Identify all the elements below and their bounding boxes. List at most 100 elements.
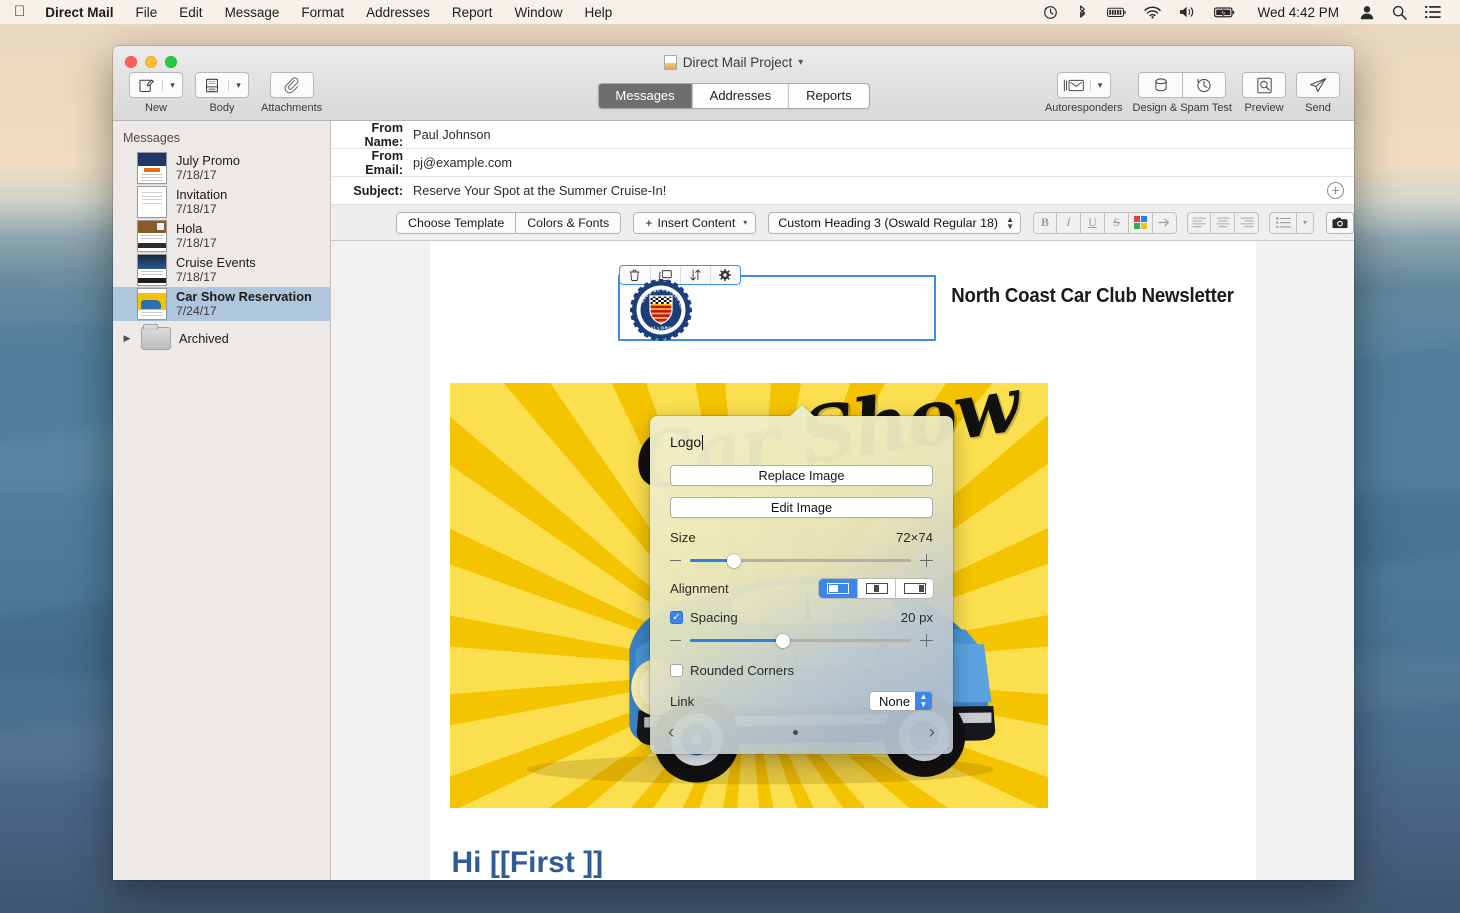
link-popup-button[interactable]: None ▲▼ [869, 691, 933, 711]
rounded-corners-checkbox[interactable] [670, 664, 683, 677]
chevron-down-icon[interactable]: ▾ [162, 80, 182, 91]
spacing-slider[interactable] [670, 634, 933, 647]
sidebar-folder-archived[interactable]: ▶ Archived [113, 321, 330, 356]
page-dot-2[interactable] [806, 730, 811, 735]
underline-icon[interactable]: U [1081, 212, 1105, 234]
subject-input[interactable]: Reserve Your Spot at the Summer Cruise-I… [413, 183, 666, 198]
camera-icon[interactable] [1326, 212, 1354, 234]
design-test-icon[interactable] [1138, 72, 1182, 98]
battery-menu-icon[interactable] [1098, 6, 1135, 19]
sidebar-item-cruise-events[interactable]: Cruise Events 7/18/17 [113, 253, 330, 287]
field-subject[interactable]: Subject: Reserve Your Spot at the Summer… [331, 177, 1354, 205]
menu-item-direct-mail[interactable]: Direct Mail [34, 5, 124, 20]
add-field-icon[interactable]: + [1327, 182, 1344, 199]
size-slider-knob[interactable] [727, 554, 741, 568]
from-email-input[interactable]: pj@example.com [413, 155, 512, 170]
colors-fonts-button[interactable]: Colors & Fonts [516, 212, 621, 234]
align-right-icon[interactable] [1235, 212, 1259, 234]
menu-item-report[interactable]: Report [441, 5, 504, 20]
document-title[interactable]: Direct Mail Project [683, 55, 793, 70]
battery-charging-icon[interactable] [1205, 6, 1245, 19]
image-settings-popover[interactable]: Logo Replace Image Edit Image Size 72×74… [650, 416, 953, 754]
chevron-down-icon[interactable]: ▾ [228, 80, 248, 91]
stepper-arrows-icon[interactable]: ▲▼ [915, 692, 932, 710]
sidebar-item-july-promo[interactable]: July Promo 7/18/17 [113, 151, 330, 185]
chevron-right-icon[interactable]: ▶ [121, 333, 133, 344]
paragraph-style-popup[interactable]: Custom Heading 3 (Oswald Regular 18) ▲▼ [768, 212, 1021, 234]
newsletter-title[interactable]: North Coast Car Club Newsletter [951, 285, 1234, 308]
menu-item-message[interactable]: Message [214, 5, 291, 20]
settings-gear-icon[interactable] [710, 266, 740, 284]
size-slider-track[interactable] [690, 559, 911, 562]
menu-item-window[interactable]: Window [503, 5, 573, 20]
tab-reports[interactable]: Reports [788, 84, 869, 108]
minus-icon[interactable] [670, 640, 681, 642]
toolbar-autoresponders[interactable]: ▾ Autoresponders [1045, 72, 1123, 114]
size-slider[interactable] [670, 554, 933, 567]
autoresponder-icon[interactable] [1058, 78, 1090, 93]
text-color-icon[interactable] [1129, 212, 1153, 234]
menu-item-format[interactable]: Format [290, 5, 355, 20]
edit-image-button[interactable]: Edit Image [670, 497, 933, 518]
field-from-name[interactable]: From Name: Paul Johnson [331, 121, 1354, 149]
toolbar-attachments[interactable]: Attachments [261, 72, 322, 114]
user-account-icon[interactable] [1351, 5, 1383, 20]
align-left-icon[interactable] [1187, 212, 1211, 234]
toolbar-body[interactable]: ▾ Body [195, 72, 249, 114]
volume-icon[interactable] [1170, 5, 1205, 19]
tab-addresses[interactable]: Addresses [692, 84, 788, 108]
toolbar-design-spam-test[interactable]: Design & Spam Test [1133, 72, 1232, 114]
menu-item-help[interactable]: Help [573, 5, 623, 20]
chevron-down-icon[interactable]: ▾ [1090, 80, 1110, 91]
menubar-clock[interactable]: Wed 4:42 PM [1245, 5, 1351, 20]
chevron-right-icon[interactable]: › [929, 723, 935, 742]
minus-icon[interactable] [670, 560, 681, 562]
search-icon[interactable] [1383, 5, 1416, 20]
menu-item-addresses[interactable]: Addresses [355, 5, 441, 20]
indent-icon[interactable] [1153, 212, 1177, 234]
align-center-option[interactable] [857, 579, 895, 598]
logo-block-selection[interactable]: CLUB DE COTXES CLASSICS MALLORCA [618, 275, 936, 341]
wifi-icon[interactable] [1135, 6, 1170, 19]
preview-icon[interactable] [1242, 72, 1286, 98]
align-right-option[interactable] [895, 579, 933, 598]
spacing-slider-track[interactable] [690, 639, 911, 642]
body-icon[interactable] [196, 78, 228, 93]
compose-icon[interactable] [130, 78, 162, 93]
choose-template-button[interactable]: Choose Template [396, 212, 516, 234]
chevron-down-icon[interactable]: ▾ [798, 57, 803, 68]
spam-test-icon[interactable] [1182, 72, 1226, 98]
replace-image-button[interactable]: Replace Image [670, 465, 933, 486]
from-name-input[interactable]: Paul Johnson [413, 127, 491, 142]
time-machine-icon[interactable] [1034, 5, 1067, 20]
chevron-left-icon[interactable]: ‹ [668, 723, 674, 742]
menu-item-edit[interactable]: Edit [168, 5, 213, 20]
bold-icon[interactable]: B [1033, 212, 1057, 234]
bulleted-list-icon[interactable] [1269, 212, 1297, 234]
italic-icon[interactable]: I [1057, 212, 1081, 234]
sidebar-item-invitation[interactable]: Invitation 7/18/17 [113, 185, 330, 219]
page-dot-1[interactable] [793, 730, 798, 735]
field-from-email[interactable]: From Email: pj@example.com [331, 149, 1354, 177]
insert-content-button[interactable]: + Insert Content ▾ [633, 212, 756, 234]
toolbar-new[interactable]: ▾ New [129, 72, 183, 114]
notification-center-icon[interactable] [1416, 5, 1450, 19]
greeting-text[interactable]: Hi [[First ]] [452, 846, 604, 880]
align-center-icon[interactable] [1211, 212, 1235, 234]
toolbar-preview[interactable]: Preview [1242, 72, 1286, 114]
menu-item-file[interactable]: File [125, 5, 169, 20]
bluetooth-icon[interactable] [1067, 5, 1098, 20]
tab-messages[interactable]: Messages [598, 84, 691, 108]
sidebar-item-car-show-reservation[interactable]: Car Show Reservation 7/24/17 [113, 287, 330, 321]
spacing-checkbox[interactable]: ✓ [670, 611, 683, 624]
paperclip-icon[interactable] [276, 77, 308, 94]
plus-icon[interactable] [920, 554, 933, 567]
image-name-field[interactable]: Logo [670, 434, 933, 450]
toolbar-send[interactable]: Send [1296, 72, 1340, 114]
align-left-option[interactable] [819, 579, 857, 598]
club-badge-logo[interactable]: CLUB DE COTXES CLASSICS MALLORCA [630, 279, 692, 346]
send-icon[interactable] [1296, 72, 1340, 98]
plus-icon[interactable] [920, 634, 933, 647]
spacing-slider-knob[interactable] [776, 634, 790, 648]
apple-icon[interactable]:  [8, 4, 34, 21]
